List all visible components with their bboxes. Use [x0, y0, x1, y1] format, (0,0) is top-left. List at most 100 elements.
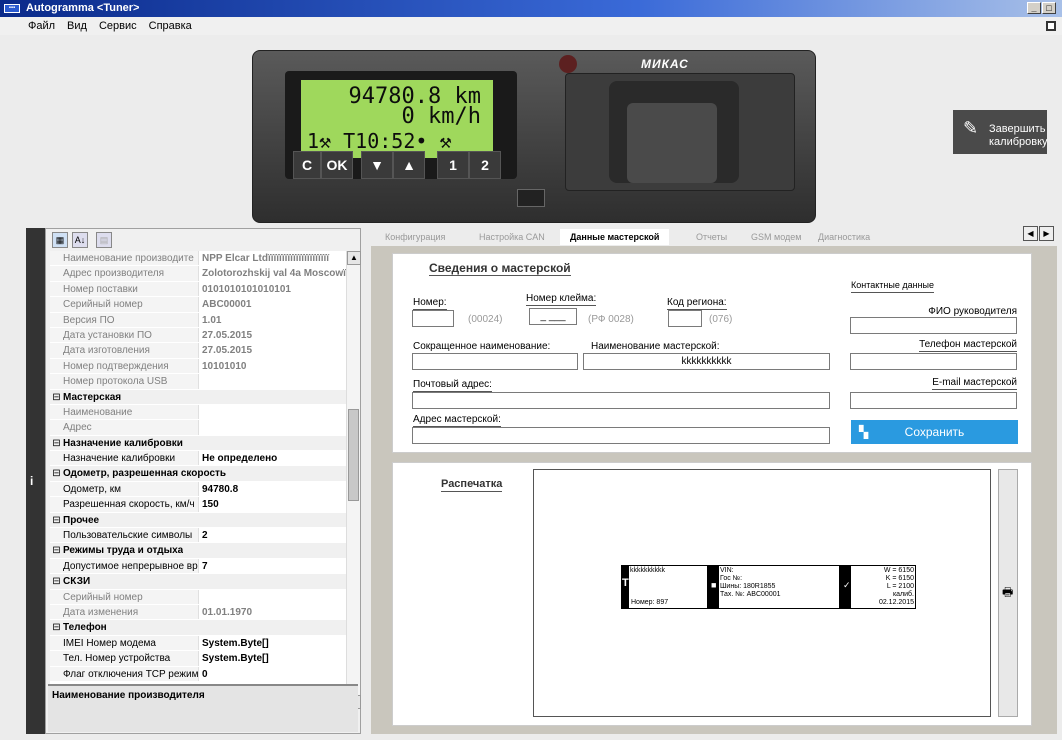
property-value[interactable]: [199, 405, 346, 419]
property-value[interactable]: [199, 420, 346, 434]
tab-workshop[interactable]: Данные мастерской: [560, 229, 670, 245]
property-pages-icon[interactable]: ▤: [96, 232, 112, 248]
property-row[interactable]: Допустимое непрерывное вр 7: [50, 558, 346, 575]
property-row[interactable]: Серийный номер: [50, 589, 346, 605]
property-value[interactable]: System.Byte[]: [199, 651, 346, 665]
property-value[interactable]: 7: [199, 559, 346, 573]
property-row[interactable]: Наименование: [50, 404, 346, 421]
tab-gsm[interactable]: GSM модем: [751, 229, 801, 245]
property-value[interactable]: ABC00001: [199, 297, 346, 311]
short-name-field[interactable]: [412, 353, 578, 370]
workshop-address-field[interactable]: [412, 427, 830, 444]
property-row[interactable]: Адрес производителя Zolotorozhskij val 4a…: [50, 266, 346, 282]
menu-file[interactable]: Файл: [22, 17, 61, 35]
menu-help[interactable]: Справка: [143, 17, 198, 35]
menu-view[interactable]: Вид: [61, 17, 93, 35]
email-field[interactable]: [850, 392, 1017, 409]
property-row[interactable]: Флаг отключения TCP режим 0: [50, 666, 346, 682]
property-value[interactable]: 27.05.2015: [199, 343, 346, 357]
property-key: Дата изменения: [50, 604, 199, 620]
property-category[interactable]: Телефон: [50, 620, 346, 636]
scroll-up-icon[interactable]: ▲: [347, 251, 361, 265]
property-row[interactable]: Наименование производите NPP Elcar Ltdïïï…: [50, 251, 346, 267]
property-row[interactable]: Пользовательские символы 2: [50, 528, 346, 544]
workshop-name-field[interactable]: kkkkkkkkkk: [583, 353, 830, 370]
property-value[interactable]: [199, 374, 346, 388]
property-row[interactable]: Одометр, км 94780.8: [50, 481, 346, 498]
property-row[interactable]: Адрес: [50, 420, 346, 436]
property-scrollbar[interactable]: ▲ ▼: [346, 251, 361, 709]
window-title: Autogramma <Tuner>: [26, 2, 140, 14]
minimize-button[interactable]: _: [1027, 2, 1041, 14]
alphabetical-icon[interactable]: A↓: [72, 232, 88, 248]
property-row[interactable]: Разрешенная скорость, км/ч 150: [50, 497, 346, 513]
printer-icon: 🖶: [1002, 585, 1014, 599]
device-c-button[interactable]: C: [293, 151, 321, 179]
property-key: Адрес производителя: [50, 266, 199, 281]
property-row[interactable]: Номер поставки 0101010101010101: [50, 281, 346, 298]
property-row[interactable]: Дата изготовления 27.05.2015: [50, 343, 346, 359]
tab-diagnostics[interactable]: Диагностика: [818, 229, 870, 245]
stamp-field[interactable]: _ ___: [529, 308, 577, 325]
property-category[interactable]: Режимы труда и отдыха: [50, 543, 346, 559]
property-row[interactable]: Версия ПО 1.01: [50, 312, 346, 328]
property-category[interactable]: Мастерская: [50, 389, 346, 405]
property-value[interactable]: 2: [199, 528, 346, 542]
maximize-button[interactable]: □: [1042, 2, 1056, 14]
property-value[interactable]: NPP Elcar Ltdïïïïïïïïïïïïïïïïïïïïïï: [199, 251, 346, 265]
ticket-calib: калиб.: [892, 591, 914, 598]
region-field[interactable]: [668, 310, 702, 327]
workshop-name-label: Наименование мастерской:: [591, 341, 720, 354]
property-row[interactable]: Номер подтверждения 10101010: [50, 358, 346, 375]
property-row[interactable]: Назначение калибровки Не определено: [50, 451, 346, 467]
property-row[interactable]: Серийный номер ABC00001: [50, 297, 346, 313]
postal-address-field[interactable]: [412, 392, 830, 409]
side-panel-strip[interactable]: i: [26, 228, 45, 734]
property-value[interactable]: System.Byte[]: [199, 636, 346, 650]
property-value[interactable]: 10101010: [199, 359, 346, 373]
tab-configuration[interactable]: Конфигурация: [385, 229, 445, 245]
property-category[interactable]: Прочее: [50, 512, 346, 529]
tab-reports[interactable]: Отчеты: [696, 229, 727, 245]
tab-right-icon[interactable]: ▶: [1039, 226, 1054, 241]
property-category[interactable]: Назначение калибровки: [50, 435, 346, 452]
property-value[interactable]: 0: [199, 667, 346, 681]
number-field[interactable]: [412, 310, 454, 327]
scroll-thumb[interactable]: [348, 409, 359, 501]
head-field[interactable]: [850, 317, 1017, 334]
property-category[interactable]: Одометр, разрешенная скорость: [50, 466, 346, 482]
email-label: E-mail мастерской: [932, 377, 1017, 390]
device-down-button[interactable]: ▼: [361, 151, 393, 179]
categorized-icon[interactable]: ▦: [52, 232, 68, 248]
print-button[interactable]: 🖶: [998, 469, 1018, 717]
tab-left-icon[interactable]: ◀: [1023, 226, 1038, 241]
property-value[interactable]: Не определено: [199, 451, 346, 465]
property-value[interactable]: Zolotorozhskij val 4a Moscowïïï: [199, 266, 346, 280]
property-category[interactable]: СКЗИ: [50, 574, 346, 590]
device-2-button[interactable]: 2: [469, 151, 501, 179]
property-value[interactable]: 150: [199, 497, 346, 511]
menu-service[interactable]: Сервис: [93, 17, 143, 35]
short-name-label: Сокращенное наименование:: [413, 341, 551, 354]
property-row[interactable]: IMEI Номер модема System.Byte[]: [50, 635, 346, 652]
property-value[interactable]: 01.01.1970: [199, 605, 346, 619]
property-row[interactable]: Дата изменения 01.01.1970: [50, 604, 346, 621]
device-ok-button[interactable]: OK: [321, 151, 353, 179]
property-row[interactable]: Дата установки ПО 27.05.2015: [50, 327, 346, 344]
ticket-vin: VIN:: [720, 567, 734, 574]
phone-field[interactable]: [850, 353, 1017, 370]
property-value[interactable]: 94780.8: [199, 482, 346, 496]
property-value[interactable]: 0101010101010101: [199, 282, 346, 296]
save-button[interactable]: ▚ Сохранить: [851, 420, 1018, 444]
property-value[interactable]: 27.05.2015: [199, 328, 346, 342]
finish-calibration-button[interactable]: ✎ Завершить калибровку: [953, 110, 1048, 154]
workshop-address-label: Адрес мастерской:: [413, 414, 501, 427]
device-1-button[interactable]: 1: [437, 151, 469, 179]
tab-can[interactable]: Настройка CAN: [479, 229, 545, 245]
property-row[interactable]: Номер протокола USB: [50, 374, 346, 390]
restore-icon[interactable]: [1046, 21, 1056, 31]
device-up-button[interactable]: ▲: [393, 151, 425, 179]
property-row[interactable]: Тел. Номер устройства System.Byte[]: [50, 651, 346, 667]
property-value[interactable]: [199, 590, 346, 604]
property-value[interactable]: 1.01: [199, 313, 346, 327]
